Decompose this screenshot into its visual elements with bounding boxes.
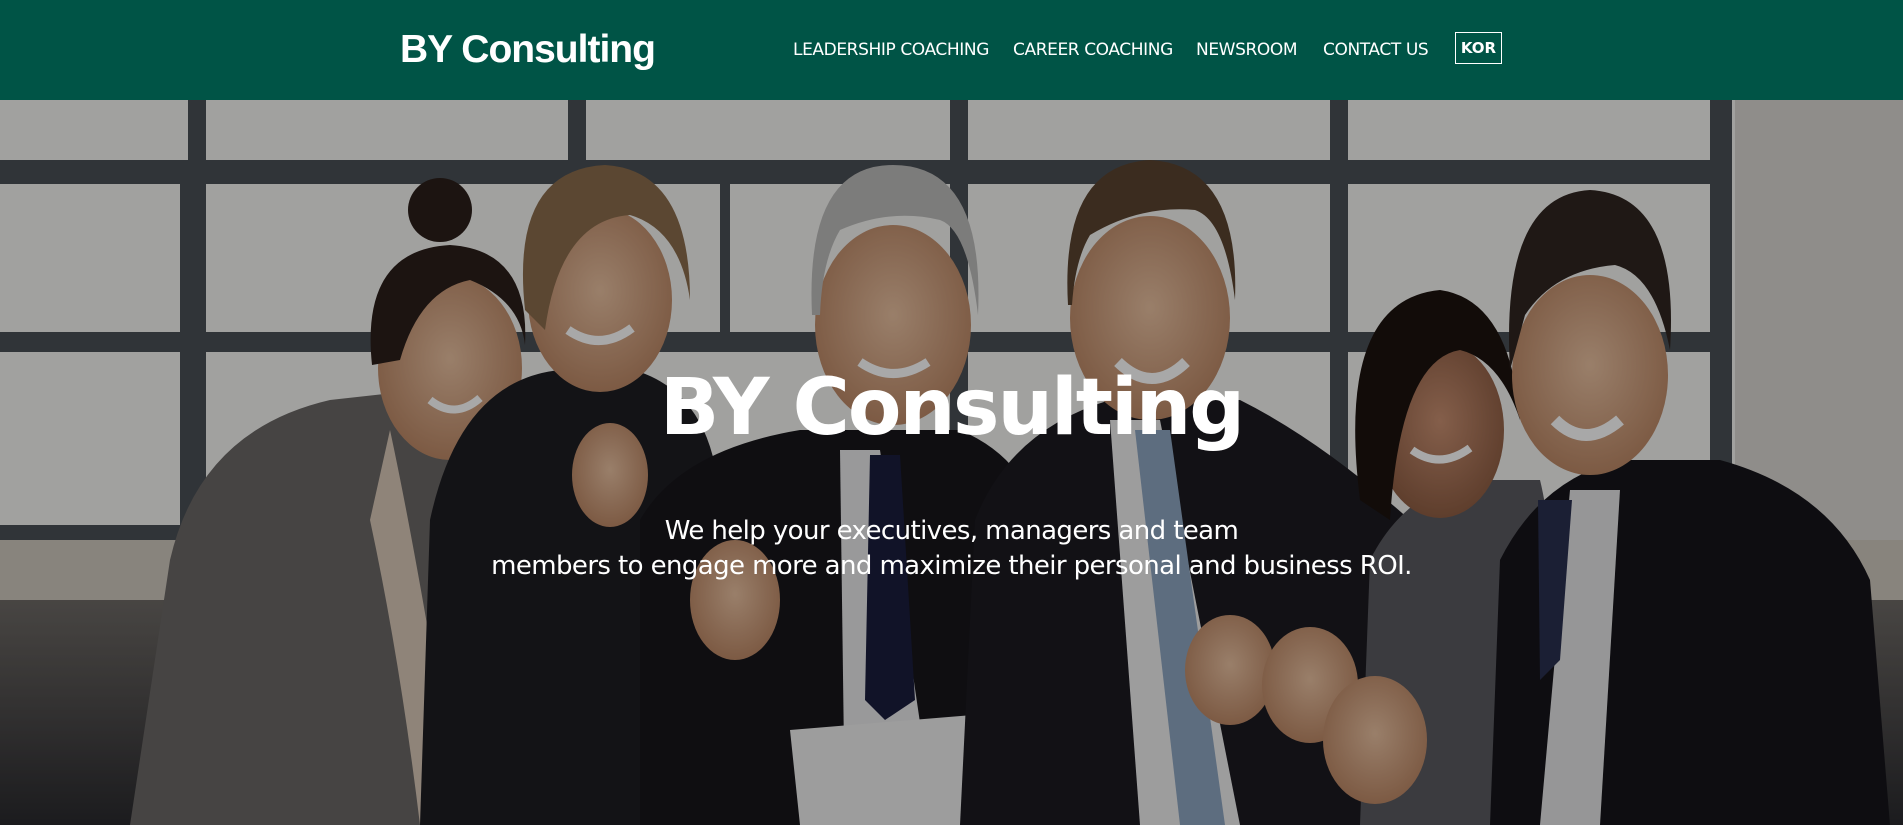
hero-subtitle: We help your executives, managers and te… — [0, 514, 1903, 584]
main-nav: LEADERSHIP COACHING CAREER COACHING NEWS… — [0, 38, 1903, 64]
hero-title: BY Consulting — [659, 363, 1245, 453]
language-toggle-button[interactable]: KOR — [1455, 32, 1502, 64]
hero-dark-overlay — [0, 100, 1903, 825]
hero-subtitle-line-2: members to engage more and maximize thei… — [491, 551, 1412, 581]
nav-career-coaching[interactable]: CAREER COACHING — [1013, 38, 1173, 62]
site-header: BY Consulting LEADERSHIP COACHING CAREER… — [0, 0, 1903, 100]
hero-subtitle-line-1: We help your executives, managers and te… — [664, 516, 1239, 546]
hero-banner: BY Consulting We help your executives, m… — [0, 100, 1903, 825]
nav-leadership-coaching[interactable]: LEADERSHIP COACHING — [793, 38, 989, 62]
nav-newsroom[interactable]: NEWSROOM — [1196, 38, 1298, 62]
nav-contact-us[interactable]: CONTACT US — [1323, 38, 1429, 62]
